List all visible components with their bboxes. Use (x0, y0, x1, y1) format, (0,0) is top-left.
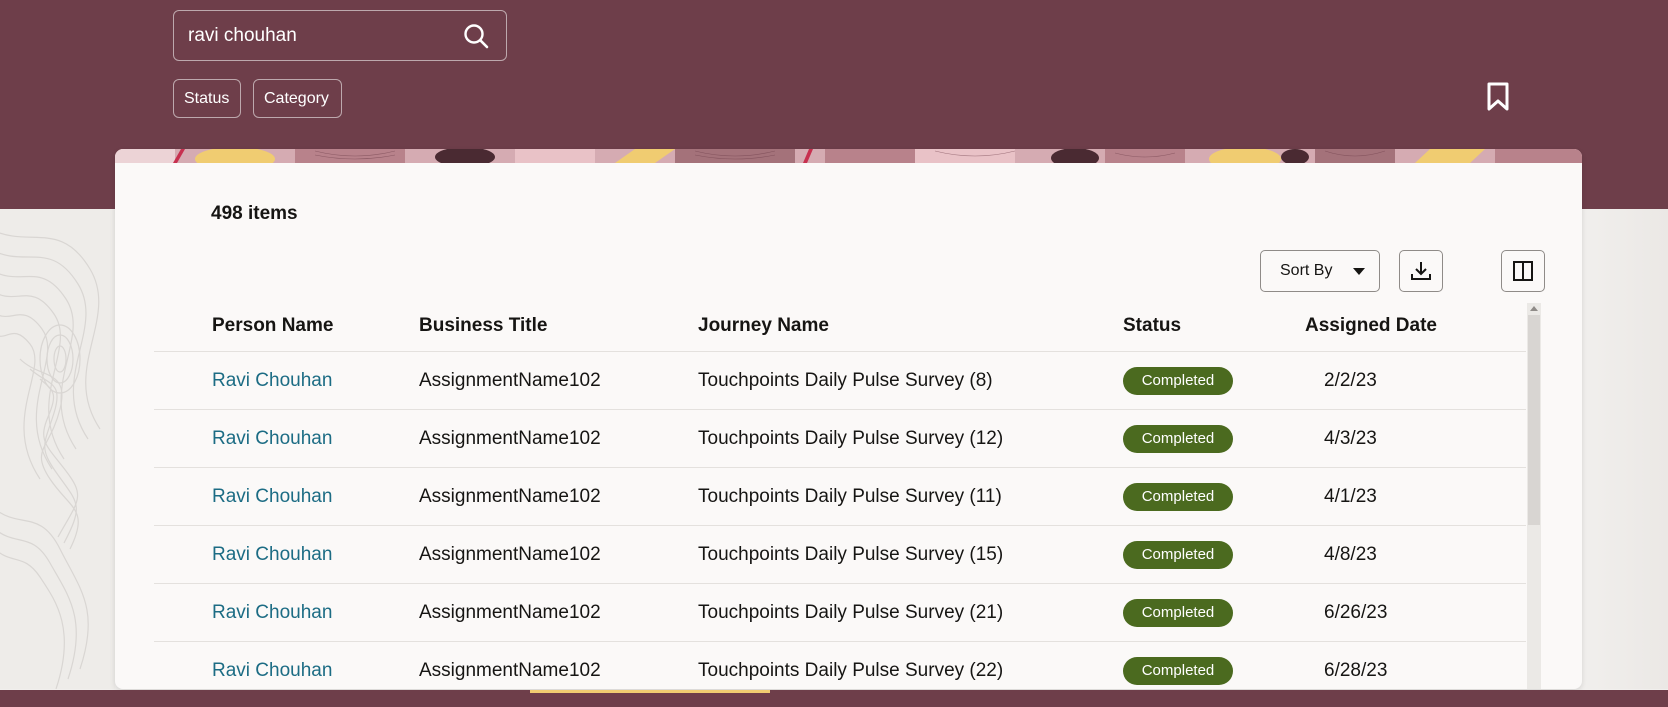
person-name-link[interactable]: Ravi Chouhan (212, 660, 332, 682)
business-title-cell: AssignmentName102 (419, 369, 601, 391)
status-badge: Completed (1123, 656, 1233, 685)
assigned-date-cell: 4/3/23 (1324, 427, 1377, 449)
table-row[interactable]: Ravi Chouhan AssignmentName102 Touchpoin… (154, 468, 1526, 526)
business-title-cell: AssignmentName102 (419, 427, 601, 449)
scrollbar-thumb[interactable] (1528, 315, 1540, 525)
assigned-date-cell: 6/28/23 (1324, 659, 1388, 681)
business-title-cell: AssignmentName102 (419, 659, 601, 681)
results-table: Person Name Business Title Journey Name … (154, 301, 1526, 689)
business-title-cell: AssignmentName102 (419, 601, 601, 623)
assigned-date-cell: 6/26/23 (1324, 601, 1388, 623)
bookmark-icon[interactable] (1485, 82, 1511, 112)
category-filter-chip[interactable]: Category (253, 79, 342, 118)
status-badge: Completed (1123, 540, 1233, 569)
column-layout-icon (1513, 261, 1533, 281)
sort-by-label: Sort By (1280, 262, 1333, 279)
column-header-business-title[interactable]: Business Title (419, 315, 547, 337)
status-filter-chip[interactable]: Status (173, 79, 241, 118)
item-count: 498 items (211, 203, 298, 224)
assigned-date-cell: 2/2/23 (1324, 369, 1377, 391)
person-name-link[interactable]: Ravi Chouhan (212, 428, 332, 450)
person-name-link[interactable]: Ravi Chouhan (212, 486, 332, 508)
journey-name-cell: Touchpoints Daily Pulse Survey (11) (698, 485, 1002, 507)
footer-highlight (530, 690, 770, 693)
person-name-link[interactable]: Ravi Chouhan (212, 544, 332, 566)
search-input[interactable] (188, 24, 448, 47)
table-row[interactable]: Ravi Chouhan AssignmentName102 Touchpoin… (154, 526, 1526, 584)
results-card: 498 items Sort By Person Name Business T… (115, 149, 1582, 689)
status-badge: Completed (1123, 482, 1233, 511)
journey-name-cell: Touchpoints Daily Pulse Survey (15) (698, 543, 1004, 565)
journey-name-cell: Touchpoints Daily Pulse Survey (12) (698, 427, 1004, 449)
search-box[interactable] (173, 10, 507, 61)
journey-name-cell: Touchpoints Daily Pulse Survey (22) (698, 659, 1004, 681)
business-title-cell: AssignmentName102 (419, 543, 601, 565)
download-icon (1411, 262, 1431, 280)
table-row[interactable]: Ravi Chouhan AssignmentName102 Touchpoin… (154, 352, 1526, 410)
background-contour-art (0, 209, 115, 689)
assigned-date-cell: 4/8/23 (1324, 543, 1377, 565)
person-name-link[interactable]: Ravi Chouhan (212, 602, 332, 624)
journey-name-cell: Touchpoints Daily Pulse Survey (21) (698, 601, 1004, 623)
footer-band (0, 690, 1668, 707)
table-row[interactable]: Ravi Chouhan AssignmentName102 Touchpoin… (154, 642, 1526, 689)
table-row[interactable]: Ravi Chouhan AssignmentName102 Touchpoin… (154, 584, 1526, 642)
business-title-cell: AssignmentName102 (419, 485, 601, 507)
table-row[interactable]: Ravi Chouhan AssignmentName102 Touchpoin… (154, 410, 1526, 468)
sort-by-dropdown[interactable]: Sort By (1260, 250, 1380, 292)
background-right-fade (1580, 209, 1668, 689)
search-icon[interactable] (462, 22, 490, 50)
chevron-down-icon (1353, 267, 1365, 275)
column-header-status[interactable]: Status (1123, 315, 1181, 337)
column-header-person-name[interactable]: Person Name (212, 315, 333, 337)
journey-name-cell: Touchpoints Daily Pulse Survey (8) (698, 369, 993, 391)
scroll-up-arrow-icon[interactable] (1530, 306, 1538, 311)
status-badge: Completed (1123, 424, 1233, 453)
person-name-link[interactable]: Ravi Chouhan (212, 370, 332, 392)
column-header-journey-name[interactable]: Journey Name (698, 315, 829, 337)
status-badge: Completed (1123, 598, 1233, 627)
table-header: Person Name Business Title Journey Name … (154, 301, 1526, 352)
assigned-date-cell: 4/1/23 (1324, 485, 1377, 507)
column-layout-button[interactable] (1501, 250, 1545, 292)
download-button[interactable] (1399, 250, 1443, 292)
column-header-assigned-date[interactable]: Assigned Date (1305, 315, 1437, 337)
card-banner-art (115, 149, 1582, 163)
status-badge: Completed (1123, 366, 1233, 395)
